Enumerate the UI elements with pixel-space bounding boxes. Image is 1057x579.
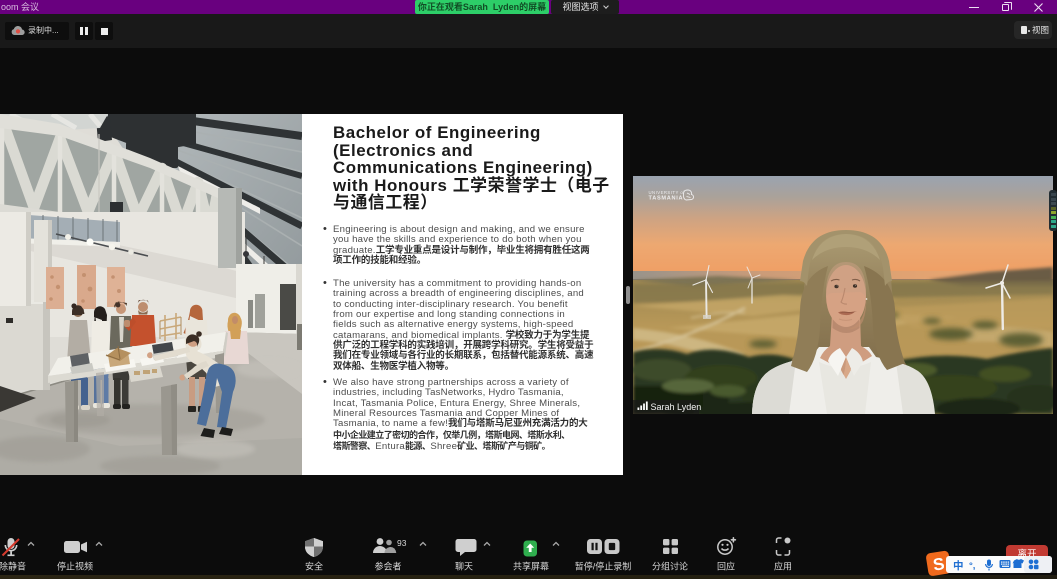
svg-text:Sarah Lyden: Sarah Lyden: [651, 402, 702, 412]
svg-text:停止视频: 停止视频: [57, 561, 93, 572]
svg-text:共享屏幕: 共享屏幕: [513, 561, 549, 572]
svg-text:回应: 回应: [717, 561, 735, 572]
svg-text:参会者: 参会者: [374, 561, 401, 572]
svg-text:解除静音: 解除静音: [0, 561, 26, 572]
svg-text:暂停/停止录制: 暂停/停止录制: [575, 561, 632, 572]
svg-text:分组讨论: 分组讨论: [652, 561, 688, 572]
svg-text:UNIVERSITY of: UNIVERSITY of: [649, 190, 686, 195]
svg-text:TASMANIA: TASMANIA: [649, 195, 684, 201]
svg-text:°,: °,: [969, 561, 975, 572]
svg-text:93: 93: [397, 538, 407, 548]
svg-text:安全: 安全: [305, 561, 323, 572]
svg-text:应用: 应用: [774, 561, 792, 572]
svg-text:聊天: 聊天: [455, 561, 473, 572]
svg-text:中: 中: [953, 559, 964, 572]
